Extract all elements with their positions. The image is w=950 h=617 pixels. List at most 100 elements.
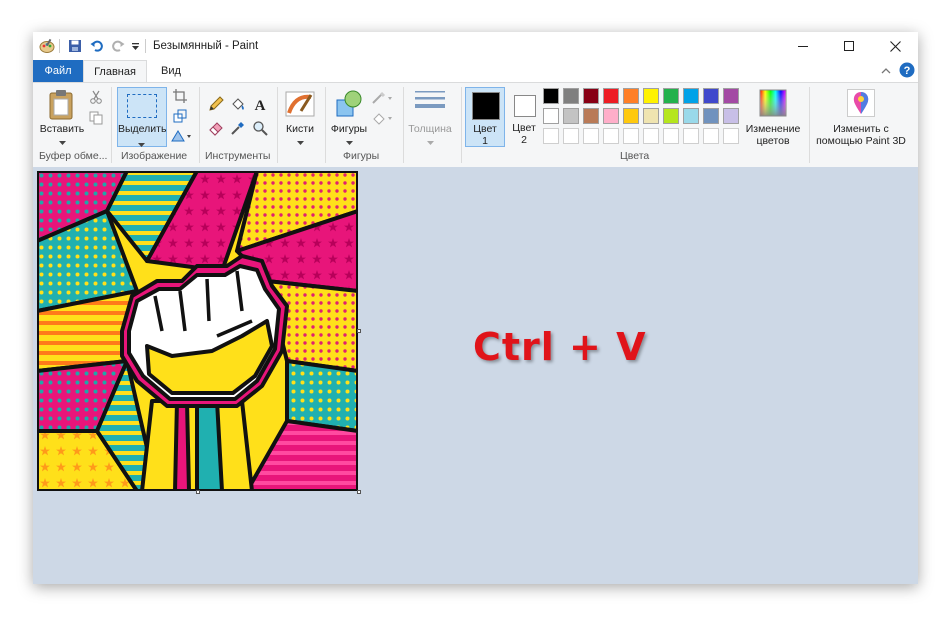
palette-color-swatch[interactable] (623, 128, 639, 144)
palette-color-swatch[interactable] (583, 88, 599, 104)
paste-dropdown-icon[interactable] (57, 136, 67, 148)
magnifier-icon[interactable] (251, 119, 269, 137)
palette-color-swatch[interactable] (603, 108, 619, 124)
resize-handle-bottom[interactable] (196, 490, 200, 494)
outline-icon[interactable] (371, 89, 395, 107)
paste-icon[interactable] (45, 88, 79, 122)
text-icon[interactable]: A (251, 95, 269, 113)
palette-color-swatch[interactable] (703, 88, 719, 104)
palette-color-swatch[interactable] (703, 108, 719, 124)
customize-qat-icon[interactable] (129, 38, 141, 54)
color1-button[interactable]: Цвет 1 (465, 87, 505, 147)
collapse-ribbon-icon[interactable] (881, 66, 891, 76)
palette-color-swatch[interactable] (683, 88, 699, 104)
svg-text:?: ? (904, 65, 911, 77)
paint3d-label[interactable]: Изменить с помощью Paint 3D (813, 123, 909, 147)
pasted-image[interactable] (35, 169, 360, 493)
redo-icon[interactable] (110, 38, 126, 54)
group-separator (111, 87, 112, 163)
palette-color-swatch[interactable] (543, 88, 559, 104)
palette-color-swatch[interactable] (663, 88, 679, 104)
palette-color-swatch[interactable] (683, 128, 699, 144)
palette-color-swatch[interactable] (663, 108, 679, 124)
select-label: Выделить (118, 123, 167, 135)
palette-color-swatch[interactable] (703, 128, 719, 144)
palette-color-swatch[interactable] (603, 128, 619, 144)
select-button[interactable]: Выделить (117, 87, 167, 147)
crop-icon[interactable] (171, 87, 189, 105)
palette-color-swatch[interactable] (723, 128, 739, 144)
palette-color-swatch[interactable] (663, 128, 679, 144)
palette-color-swatch[interactable] (583, 108, 599, 124)
paste-label[interactable]: Вставить (39, 123, 85, 135)
palette-color-swatch[interactable] (643, 128, 659, 144)
brushes-dropdown-icon[interactable] (295, 136, 305, 148)
brushes-icon[interactable] (285, 89, 315, 119)
eraser-icon[interactable] (207, 119, 225, 137)
image-group-label: Изображение (121, 150, 188, 162)
palette-color-swatch[interactable] (563, 88, 579, 104)
cut-icon[interactable] (87, 88, 105, 106)
palette-color-swatch[interactable] (623, 108, 639, 124)
canvas-area[interactable]: Ctrl + V (33, 167, 918, 584)
palette-color-swatch[interactable] (543, 128, 559, 144)
edit-colors-label-2: цветов (756, 135, 790, 147)
copy-icon[interactable] (87, 109, 105, 127)
save-icon[interactable] (67, 38, 83, 54)
palette-color-swatch[interactable] (543, 108, 559, 124)
group-separator (403, 87, 404, 163)
palette-color-swatch[interactable] (623, 88, 639, 104)
fill-icon[interactable] (229, 95, 247, 113)
shapes-label[interactable]: Фигуры (327, 123, 371, 135)
group-separator (199, 87, 200, 163)
edit-colors-icon[interactable] (759, 89, 787, 117)
tab-view[interactable]: Вид (151, 60, 191, 82)
undo-icon[interactable] (89, 38, 105, 54)
paint-app-icon[interactable] (39, 38, 55, 54)
group-separator (809, 87, 810, 163)
palette-color-swatch[interactable] (723, 88, 739, 104)
palette-color-swatch[interactable] (723, 108, 739, 124)
color2-button[interactable]: Цвет 2 (507, 87, 543, 147)
shapes-icon[interactable] (333, 88, 365, 120)
palette-color-swatch[interactable] (643, 108, 659, 124)
edit-colors-label[interactable]: Изменение цветов (741, 123, 805, 147)
color2-label: Цвет 2 (507, 122, 541, 146)
tab-file[interactable]: Файл (33, 60, 83, 82)
paint-window: Безымянный - Paint Файл Главная Вид ? Вс… (33, 32, 918, 584)
paint3d-label-2: помощью Paint 3D (816, 135, 906, 147)
palette-color-swatch[interactable] (563, 128, 579, 144)
minimize-button[interactable] (780, 32, 826, 60)
palette-color-swatch[interactable] (683, 108, 699, 124)
color2-swatch (514, 95, 536, 117)
color-picker-icon[interactable] (229, 119, 247, 137)
color1-swatch (472, 92, 500, 120)
title-bar: Безымянный - Paint (33, 32, 918, 60)
color1-label: Цвет 1 (466, 123, 504, 147)
resize-handle-right[interactable] (357, 329, 361, 333)
resize-icon[interactable] (171, 107, 189, 125)
group-separator (461, 87, 462, 163)
shapes-dropdown-icon[interactable] (344, 136, 354, 148)
color-palette (543, 87, 743, 147)
close-button[interactable] (872, 32, 918, 60)
size-dropdown-icon[interactable] (425, 136, 435, 148)
tab-home[interactable]: Главная (83, 60, 147, 82)
palette-color-swatch[interactable] (563, 108, 579, 124)
rotate-icon[interactable] (169, 127, 193, 145)
brushes-label[interactable]: Кисти (279, 123, 321, 135)
help-icon[interactable]: ? (899, 62, 915, 78)
pencil-icon[interactable] (207, 95, 225, 113)
shape-fill-icon[interactable] (371, 109, 395, 127)
svg-text:A: A (255, 98, 266, 112)
colors-group-label: Цвета (620, 150, 650, 162)
size-icon[interactable] (415, 89, 445, 113)
palette-color-swatch[interactable] (583, 128, 599, 144)
window-title: Безымянный - Paint (153, 40, 259, 52)
palette-color-swatch[interactable] (603, 88, 619, 104)
maximize-button[interactable] (826, 32, 872, 60)
size-label[interactable]: Толщина (405, 123, 455, 135)
resize-handle-corner[interactable] (357, 490, 361, 494)
paint3d-icon[interactable] (847, 89, 875, 117)
palette-color-swatch[interactable] (643, 88, 659, 104)
